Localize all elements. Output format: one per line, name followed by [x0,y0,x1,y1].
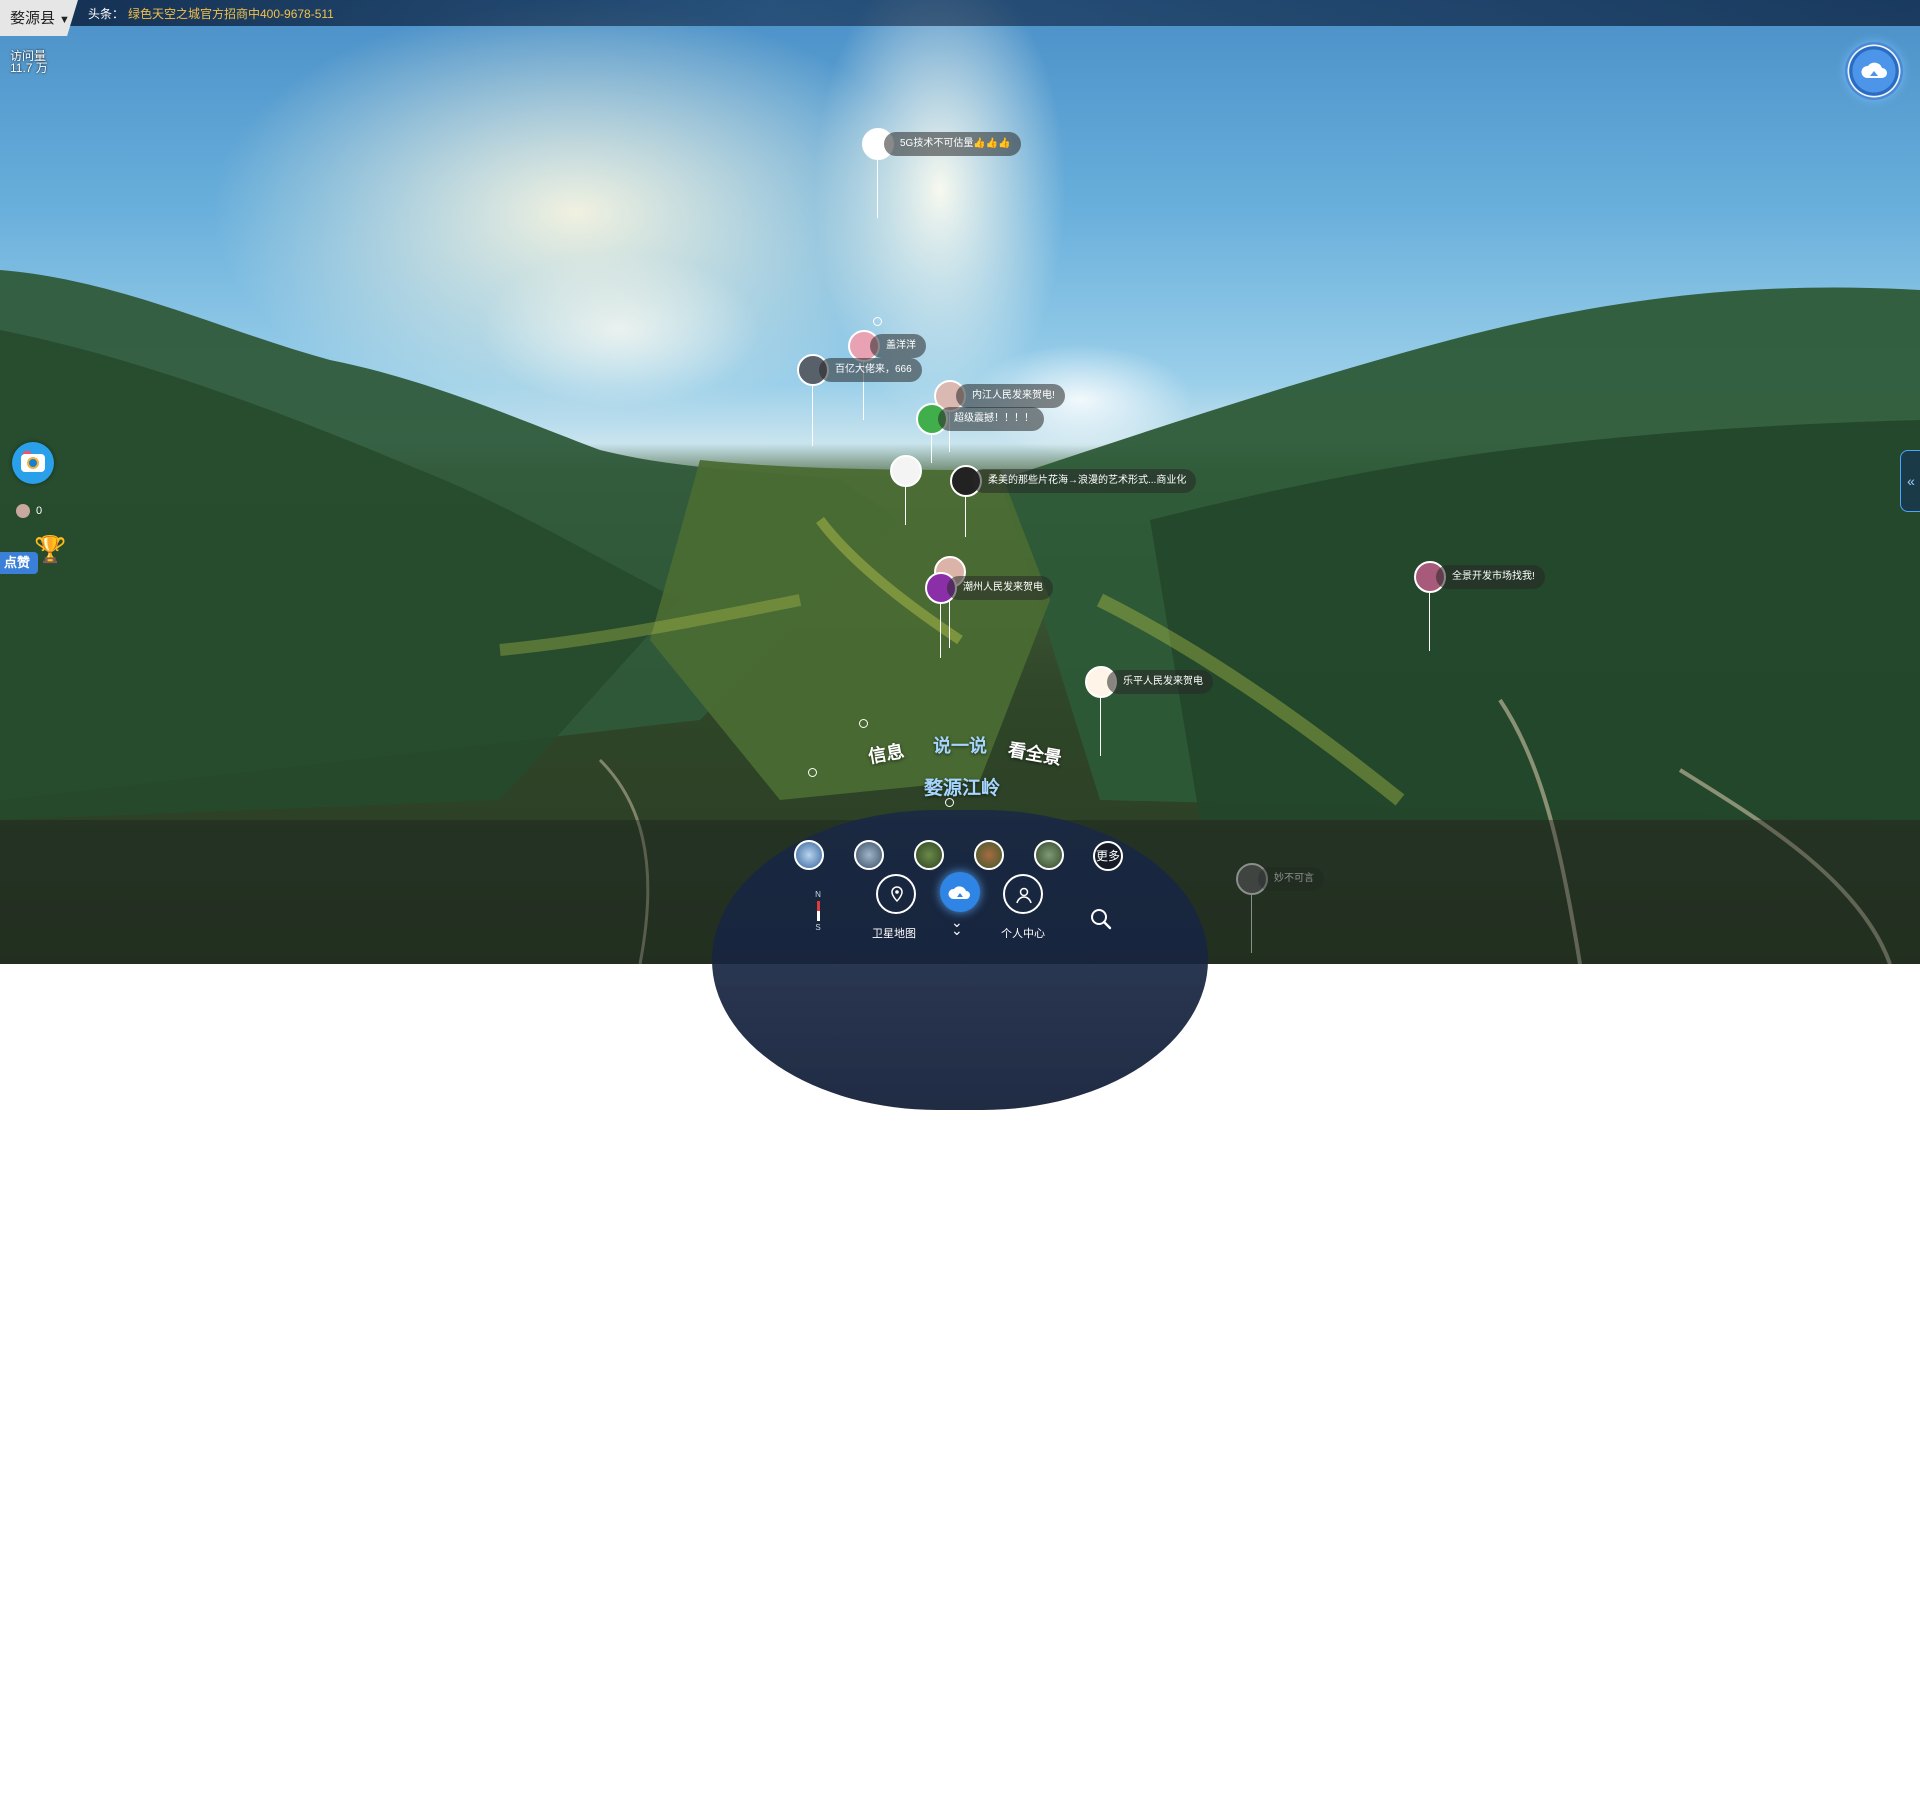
search-icon [1091,909,1112,930]
camera-lens [27,457,39,469]
comment-text: 潮州人民发来贺电 [947,576,1053,600]
avatar [890,455,922,487]
headline-ticker[interactable]: 绿色天空之城官方招商中400-9678-511 [128,5,334,22]
pin-stem [1429,593,1430,651]
search-button[interactable] [1088,906,1114,932]
comment-text: 柔美的那些片花海→浪漫的艺术形式...商业化 [972,469,1197,493]
headline-label: 头条： [88,7,125,21]
map-pin-icon [891,886,903,903]
online-users[interactable]: 0 [16,504,42,518]
pin-dot [1425,1183,1434,1192]
scene-thumbnail[interactable] [914,840,944,870]
view-count: 访问量 11.7 万 [10,50,48,74]
user-icon [1016,887,1032,904]
pin-stem [940,604,941,658]
comment-text: 全景开发市场找我! [1436,565,1545,589]
comment-text: 超级震撼！！！！ [938,407,1044,431]
tab-talk[interactable]: 说一说 [933,732,987,758]
home-button[interactable] [940,872,980,912]
pin-stem [931,435,932,463]
like-rank-label: 点赞 [0,552,39,574]
scene-thumbnail[interactable] [854,840,884,870]
scene-thumbnail[interactable] [974,840,1004,870]
compass: N S [812,890,824,934]
county-selector[interactable]: 婺源县 ▼ [0,0,78,36]
comment-text: 盖洋洋 [870,334,926,358]
scene-thumbnail[interactable] [794,840,824,870]
pin-stem [877,160,878,218]
pin-stem [905,487,906,525]
comment-text: 乐平人民发来贺电 [1107,670,1213,694]
pin-dot [1247,1787,1256,1796]
satellite-map-button[interactable] [876,874,916,914]
scene-title: 婺源江岭 [924,778,1001,799]
trophy-icon: 🏆 [34,534,67,564]
compass-north: N [815,890,821,899]
personal-center-label: 个人中心 [1001,928,1045,940]
pin-dot [873,317,882,326]
camera-button[interactable] [12,442,54,484]
like-rank-button[interactable]: 点赞 🏆 [0,534,66,574]
pin-stem [1100,698,1101,756]
county-label: 婺源县 [10,10,56,27]
pin-dot [945,1173,954,1182]
bottom-nav-dome [712,810,1208,1110]
compass-needle-icon [816,901,820,921]
pin-dot [808,768,817,777]
comment-text: 内江人民发来贺电! [956,384,1065,408]
pin-stem [812,386,813,446]
comment-text: 百亿大佬来，666 [819,358,922,382]
avatar [16,504,30,518]
view-count-value: 11.7 万 [10,61,48,75]
pin-dot [936,1202,945,1211]
chevron-double-down-icon[interactable]: ⌄ ⌄ [951,915,963,937]
chevron-down-icon: ▼ [59,14,70,26]
cloud-home-icon [948,886,970,899]
compass-south: S [815,923,821,932]
brand-logo-button[interactable] [1845,42,1903,100]
scene-thumbnail[interactable] [1034,840,1064,870]
chevrons-left-icon: « [1907,473,1915,489]
side-panel-toggle[interactable]: « [1900,450,1920,512]
comment-text: 5G技术不可估量👍👍👍 [884,132,1021,156]
pin-dot [859,719,868,728]
online-count: 0 [36,505,43,517]
pin-dot [1096,1393,1105,1402]
personal-center-button[interactable] [1003,874,1043,914]
cloud-home-icon [1861,62,1887,78]
more-scenes-button[interactable]: 更多 [1093,841,1123,871]
pin-stem [965,497,966,537]
satellite-map-label: 卫星地图 [872,928,916,940]
